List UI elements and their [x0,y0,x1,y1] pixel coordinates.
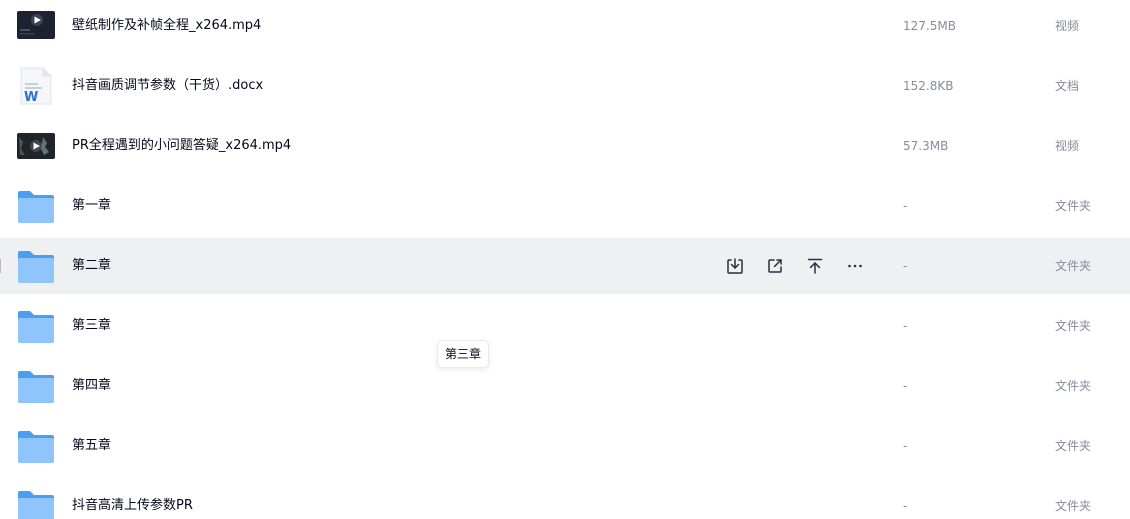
folder-row[interactable]: 第五章 - 文件夹 [0,418,1130,474]
folder-row[interactable]: 第二章 - 文件夹 [0,238,1130,294]
folder-row[interactable]: 第一章 - 文件夹 [0,178,1130,234]
word-doc-icon: W [16,67,56,105]
file-size: - [903,259,908,273]
folder-name[interactable]: 第一章 [72,178,111,234]
file-row[interactable]: PR全程遇到的小问题答疑_x264.mp4 57.3MB 视频 [0,118,1130,174]
file-type: 文件夹 [1055,439,1092,453]
name-tooltip: 第三章 [437,340,490,368]
file-list: 壁纸制作及补帧全程_x264.mp4 127.5MB 视频 W 抖音画质调节参数… [0,0,1130,519]
folder-row[interactable]: 抖音高清上传参数PR - 文件夹 [0,478,1130,519]
file-row[interactable]: 壁纸制作及补帧全程_x264.mp4 127.5MB 视频 [0,0,1130,54]
more-icon[interactable] [843,254,867,278]
row-checkbox-edge[interactable] [0,259,1,273]
file-type: 文件夹 [1055,379,1092,393]
move-to-top-icon[interactable] [803,254,827,278]
file-row[interactable]: W 抖音画质调节参数（干货）.docx 152.8KB 文档 [0,58,1130,114]
folder-icon [16,367,56,405]
file-size: - [903,379,908,393]
folder-name[interactable]: 第五章 [72,418,111,474]
video-thumbnail-icon [16,7,56,45]
file-size: 57.3MB [903,139,949,153]
file-type: 文件夹 [1055,319,1092,333]
download-icon[interactable] [723,254,747,278]
folder-icon [16,247,56,285]
file-type: 文件夹 [1055,199,1092,213]
file-type: 文件夹 [1055,259,1092,273]
file-type: 文件夹 [1055,499,1092,513]
folder-name[interactable]: 第二章 [72,238,111,294]
folder-icon [16,307,56,345]
file-type: 视频 [1055,19,1080,33]
folder-name[interactable]: 抖音高清上传参数PR [72,478,193,519]
folder-name[interactable]: 第三章 [72,298,111,354]
svg-text:W: W [24,90,38,105]
video-thumbnail-icon [16,127,56,165]
file-size: - [903,499,908,513]
folder-name[interactable]: 第四章 [72,358,111,414]
file-name[interactable]: 壁纸制作及补帧全程_x264.mp4 [72,0,261,54]
folder-row[interactable]: 第三章 - 文件夹 [0,298,1130,354]
folder-row[interactable]: 第四章 - 文件夹 [0,358,1130,414]
share-icon[interactable] [763,254,787,278]
file-size: 127.5MB [903,19,956,33]
file-name[interactable]: PR全程遇到的小问题答疑_x264.mp4 [72,118,291,174]
folder-icon [16,427,56,465]
folder-icon [16,487,56,519]
file-size: - [903,439,908,453]
file-name[interactable]: 抖音画质调节参数（干货）.docx [72,58,263,114]
folder-icon [16,187,56,225]
file-size: - [903,199,908,213]
file-type: 视频 [1055,139,1080,153]
file-size: - [903,319,908,333]
file-size: 152.8KB [903,79,954,93]
file-type: 文档 [1055,79,1080,93]
